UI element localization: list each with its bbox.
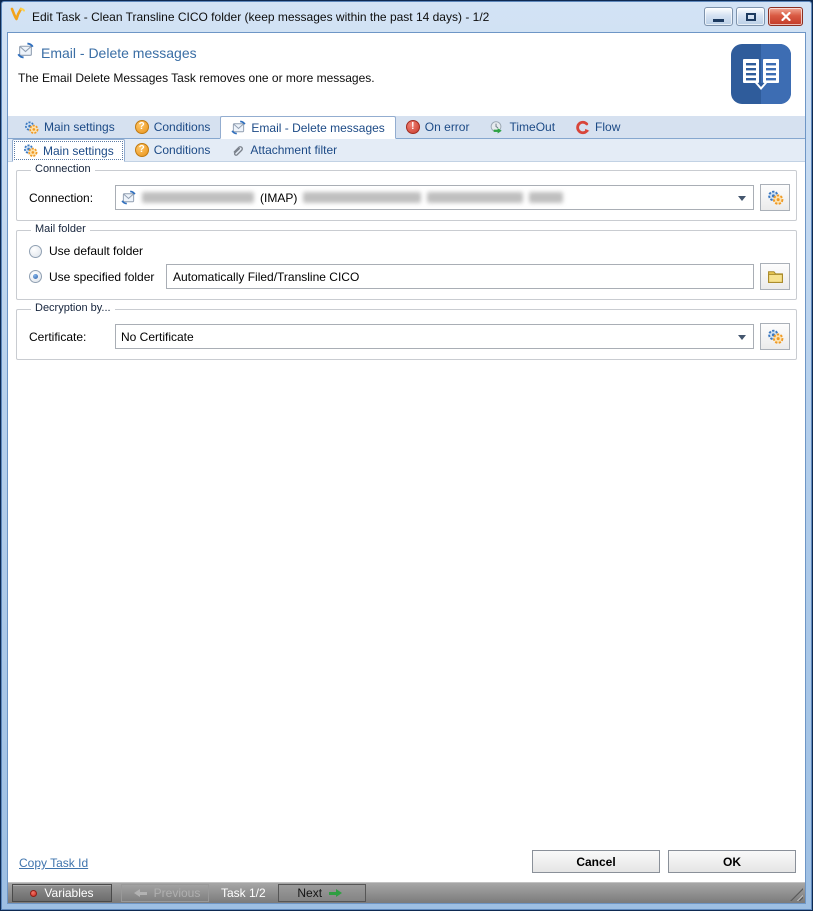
arrow-right-icon — [329, 889, 346, 897]
app-icon — [10, 6, 26, 27]
variables-dot-icon — [30, 889, 38, 897]
maximize-icon — [745, 12, 756, 21]
next-label: Next — [297, 886, 323, 900]
tab-label: Attachment filter — [250, 143, 338, 157]
next-task-button[interactable]: Next — [277, 884, 366, 902]
previous-task-button[interactable]: Previous — [121, 884, 209, 902]
tab-label: Main settings — [44, 120, 115, 134]
tab-on-error[interactable]: ! On error — [396, 116, 480, 138]
arrow-left-icon — [130, 889, 147, 897]
resize-grip[interactable] — [790, 888, 803, 901]
certificate-value: No Certificate — [121, 329, 194, 344]
group-legend: Connection — [31, 163, 95, 175]
redacted-text — [142, 192, 254, 203]
chevron-down-icon — [738, 196, 746, 205]
variables-label: Variables — [44, 886, 94, 900]
certificate-label: Certificate: — [29, 329, 87, 344]
status-bar: Variables Previous Task 1/2 Next — [8, 882, 805, 903]
title-bar[interactable]: Edit Task - Clean Transline CICO folder … — [2, 2, 811, 31]
gear-icon — [767, 190, 783, 205]
use-default-folder-radio[interactable]: Use default folder — [29, 244, 160, 258]
tab-main-settings[interactable]: Main settings — [14, 116, 125, 138]
certificate-select[interactable]: No Certificate — [115, 324, 754, 349]
question-icon: ? — [134, 143, 149, 157]
subtab-conditions[interactable]: ? Conditions — [125, 139, 221, 161]
mail-folder-group: Mail folder Use default folder Use speci… — [16, 223, 797, 300]
connection-label: Connection: — [29, 190, 94, 205]
previous-label: Previous — [153, 886, 201, 900]
window-title: Edit Task - Clean Transline CICO folder … — [32, 9, 490, 24]
radio-icon-checked — [29, 270, 42, 283]
task-counter: Task 1/2 — [221, 886, 266, 900]
tab-label: Email - Delete messages — [251, 120, 385, 135]
redacted-text — [427, 192, 524, 203]
tab-label: TimeOut — [509, 120, 556, 134]
tab-label: Conditions — [153, 120, 211, 134]
email-icon — [17, 42, 34, 64]
certificate-settings-button[interactable] — [760, 323, 790, 350]
tab-flow[interactable]: Flow — [565, 116, 630, 138]
page-title: Email - Delete messages — [41, 45, 197, 61]
minimize-icon — [713, 18, 724, 22]
subtab-main-settings[interactable]: Main settings — [12, 139, 125, 162]
group-legend: Mail folder — [31, 223, 90, 235]
connection-settings-button[interactable] — [760, 184, 790, 211]
subtab-attachment-filter[interactable]: Attachment filter — [220, 139, 347, 161]
radio-icon — [29, 244, 42, 258]
connection-select[interactable]: (IMAP) — [115, 185, 754, 210]
variables-button[interactable]: Variables — [12, 884, 112, 902]
radio-label: Use default folder — [49, 244, 144, 258]
gear-icon — [25, 121, 39, 134]
folder-path-input[interactable] — [166, 264, 754, 289]
error-icon: ! — [405, 120, 420, 134]
task-description: The Email Delete Messages Task removes o… — [18, 71, 375, 85]
dialog-window: Edit Task - Clean Transline CICO folder … — [1, 1, 812, 910]
settings-panel: Connection Connection: (IMAP) Mail folde… — [8, 163, 805, 882]
tab-email-delete-messages[interactable]: Email - Delete messages — [220, 116, 396, 139]
tab-label: Conditions — [153, 143, 211, 157]
use-specified-folder-radio[interactable]: Use specified folder — [29, 270, 160, 284]
close-button[interactable] — [768, 7, 803, 26]
timeout-clock-icon — [491, 120, 503, 133]
gear-icon — [767, 329, 783, 344]
connection-protocol: (IMAP) — [260, 190, 298, 205]
ok-button[interactable]: OK — [668, 850, 796, 873]
cancel-button[interactable]: Cancel — [532, 850, 660, 873]
tab-label: Flow — [595, 120, 621, 134]
browse-folder-button[interactable] — [760, 263, 790, 290]
question-icon: ? — [134, 120, 149, 134]
close-icon — [780, 12, 791, 21]
dialog-client-area: Email - Delete messages The Email Delete… — [7, 32, 806, 904]
flow-arrow-icon — [576, 120, 590, 134]
redacted-text — [529, 192, 564, 203]
tab-label: Main settings — [43, 143, 114, 158]
documentation-book-icon — [730, 43, 792, 110]
tab-conditions[interactable]: ? Conditions — [125, 116, 221, 138]
group-legend: Decryption by... — [31, 302, 115, 314]
email-icon — [231, 120, 246, 135]
folder-icon — [767, 271, 783, 283]
maximize-button[interactable] — [736, 7, 765, 26]
decryption-group: Decryption by... Certificate: No Certifi… — [16, 302, 797, 360]
tab-timeout[interactable]: TimeOut — [479, 116, 565, 138]
minimize-button[interactable] — [704, 7, 733, 26]
paperclip-icon — [233, 145, 244, 156]
radio-label: Use specified folder — [49, 269, 155, 284]
redacted-text — [303, 192, 422, 203]
task-header: Email - Delete messages The Email Delete… — [8, 33, 805, 116]
email-icon — [121, 190, 136, 205]
copy-task-id-link[interactable]: Copy Task Id — [19, 856, 88, 870]
tab-label: On error — [424, 120, 470, 134]
task-tab-strip: Main settings ? Conditions Email - Delet… — [8, 116, 805, 139]
sub-tab-strip: Main settings ? Conditions Attachment fi… — [8, 139, 805, 162]
connection-group: Connection Connection: (IMAP) — [16, 163, 797, 221]
gear-icon — [24, 144, 38, 157]
chevron-down-icon — [738, 335, 746, 344]
